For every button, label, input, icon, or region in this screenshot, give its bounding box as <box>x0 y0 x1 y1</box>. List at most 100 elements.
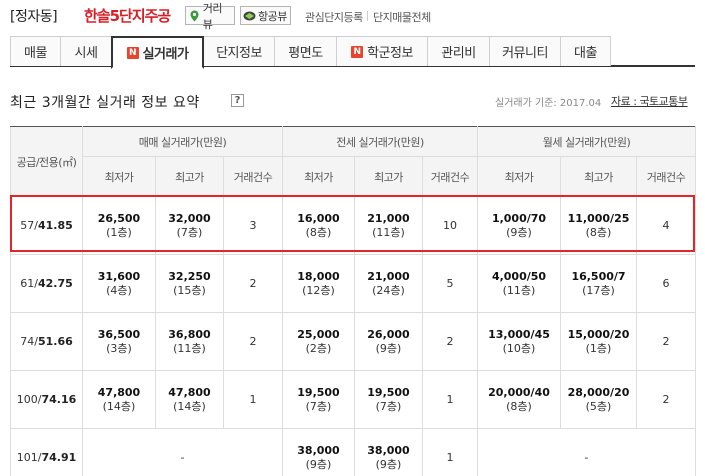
all-listings-link[interactable]: 단지매물전체 <box>373 9 431 25</box>
tab-label: 커뮤니티 <box>502 46 548 61</box>
tab-maintenance-fee[interactable]: 관리비 <box>427 36 490 66</box>
price-value: 38,000 <box>297 443 340 457</box>
count-cell: 2 <box>223 312 283 371</box>
tab-real-transactions[interactable]: N 실거래가 <box>111 36 204 69</box>
complex-name[interactable]: 한솔5단지주공 <box>84 5 171 26</box>
count-header: 거래건수 <box>223 156 283 197</box>
max-price-header: 최고가 <box>354 156 423 197</box>
street-view-label: 거리뷰 <box>202 1 223 31</box>
street-view-button[interactable]: 거리뷰 <box>185 2 235 31</box>
price-value: 31,600 <box>97 269 141 283</box>
price-cell: 16,000 (8층) <box>282 196 355 255</box>
supply-area: 57/ <box>20 218 38 232</box>
floor-value: (7층) <box>176 225 203 239</box>
price-value: 36,500 <box>97 327 141 341</box>
floor-value: (7층) <box>375 399 402 413</box>
tab-label: 관리비 <box>441 46 476 61</box>
tab-label: 시세 <box>74 46 98 61</box>
price-cell: 38,000 (9층) <box>282 428 355 476</box>
price-cell: 15,000/20 (1층) <box>560 312 637 371</box>
price-cell: 38,000 (9층) <box>354 428 423 476</box>
price-cell: 36,800 (11층) <box>155 312 224 371</box>
tab-complex-info[interactable]: 단지정보 <box>203 36 275 66</box>
price-value: 11,000/25 <box>567 211 630 225</box>
table-row: 61/42.75 31,600 (4층) 32,250 (15층) 2 18,000 (12층… <box>10 254 696 313</box>
add-favorite-link[interactable]: 관심단지등록 <box>305 9 363 25</box>
floor-value: (2층) <box>305 341 332 355</box>
price-value: 47,800 <box>168 385 211 399</box>
supply-area: 74/ <box>20 334 38 348</box>
count-cell: 10 <box>422 196 478 255</box>
price-cell: 20,000/40 (8층) <box>477 370 561 429</box>
tab-price[interactable]: 시세 <box>60 36 112 66</box>
price-cell: 19,500 (7층) <box>282 370 355 429</box>
tab-floor-plan[interactable]: 평면도 <box>274 36 337 66</box>
tab-loan[interactable]: 대출 <box>560 36 611 66</box>
exclusive-area: 74.16 <box>41 392 77 406</box>
area-cell[interactable]: 101/74.91 <box>10 428 83 476</box>
floor-value: (9층) <box>375 457 402 471</box>
tab-label: 대출 <box>574 46 597 61</box>
table-row: 100/74.16 47,800 (14층) 47,800 (14층) 1 19,500 (7… <box>10 370 696 429</box>
tab-school-info[interactable]: N 학군정보 <box>336 36 428 66</box>
table-row: 101/74.91-38,000 (9층) 38,000 (9층) 1- <box>10 428 696 476</box>
new-badge-icon: N <box>351 45 364 58</box>
area-cell[interactable]: 100/74.16 <box>10 370 83 429</box>
count-cell: 2 <box>636 370 696 429</box>
region-label: [정자동] <box>10 9 58 25</box>
count-cell: 6 <box>636 254 696 313</box>
floor-value: (8층) <box>506 399 532 413</box>
price-value: 13,000/45 <box>488 327 550 341</box>
count-cell: 1 <box>422 370 478 429</box>
price-cell: 28,000/20 (5층) <box>560 370 637 429</box>
floor-value: (17층) <box>582 283 615 297</box>
count-header: 거래건수 <box>422 156 478 197</box>
price-cell: 4,000/50 (11층) <box>477 254 561 313</box>
floor-value: (11층) <box>502 283 536 297</box>
min-price-header: 최저가 <box>82 156 156 197</box>
count-cell: 2 <box>636 312 696 371</box>
price-value: 20,000/40 <box>488 385 550 399</box>
count-cell: 1 <box>422 428 478 476</box>
price-value: 1,000/70 <box>491 211 547 225</box>
exclusive-area: 51.66 <box>37 334 73 348</box>
floor-value: (7층) <box>305 399 332 413</box>
count-header: 거래건수 <box>636 156 696 197</box>
tab-label: 매물 <box>24 46 47 61</box>
price-cell: 26,500 (1층) <box>82 196 156 255</box>
price-value: 19,500 <box>297 385 340 399</box>
tab-listings[interactable]: 매물 <box>10 36 61 66</box>
exclusive-area: 41.85 <box>37 218 73 232</box>
tab-community[interactable]: 커뮤니티 <box>489 36 561 66</box>
detail-tabs: 매물 시세 N 실거래가 단지정보 평면도 N 학군정보 관리비 커뮤니티 대출 <box>10 36 695 69</box>
tab-label: 실거래가 <box>142 47 189 62</box>
aerial-view-button[interactable]: 항공뷰 <box>240 6 291 25</box>
basis-date: 실거래가 기준: 2017.04 <box>495 98 602 109</box>
price-value: 36,800 <box>168 327 211 341</box>
price-cell: 25,000 (2층) <box>282 312 355 371</box>
help-icon[interactable]: ? <box>231 94 244 107</box>
area-cell[interactable]: 57/41.85 <box>10 196 83 255</box>
supply-area: 100/ <box>16 392 42 406</box>
price-cell: 21,000 (11층) <box>354 196 423 255</box>
aerial-view-label: 항공뷰 <box>258 9 287 23</box>
source-link[interactable]: 자료 : 국토교통부 <box>611 93 688 109</box>
summary-title: 최근 3개월간 실거래 정보 요약 <box>10 95 200 111</box>
price-value: 25,000 <box>297 327 340 341</box>
count-cell: 5 <box>422 254 478 313</box>
floor-value: (9층) <box>506 225 532 239</box>
floor-value: (12층) <box>302 283 335 297</box>
price-cell: 19,500 (7층) <box>354 370 423 429</box>
count-cell: 1 <box>223 370 283 429</box>
price-cell: 32,000 (7층) <box>155 196 224 255</box>
count-cell: 2 <box>223 254 283 313</box>
price-cell: 32,250 (15층) <box>155 254 224 313</box>
price-value: 15,000/20 <box>567 327 630 341</box>
price-cell: 11,000/25 (8층) <box>560 196 637 255</box>
floor-value: (10층) <box>502 341 536 355</box>
area-cell[interactable]: 61/42.75 <box>10 254 83 313</box>
floor-value: (4층) <box>106 283 132 297</box>
area-cell[interactable]: 74/51.66 <box>10 312 83 371</box>
max-price-header: 최고가 <box>560 156 637 197</box>
floor-value: (11층) <box>173 341 206 355</box>
